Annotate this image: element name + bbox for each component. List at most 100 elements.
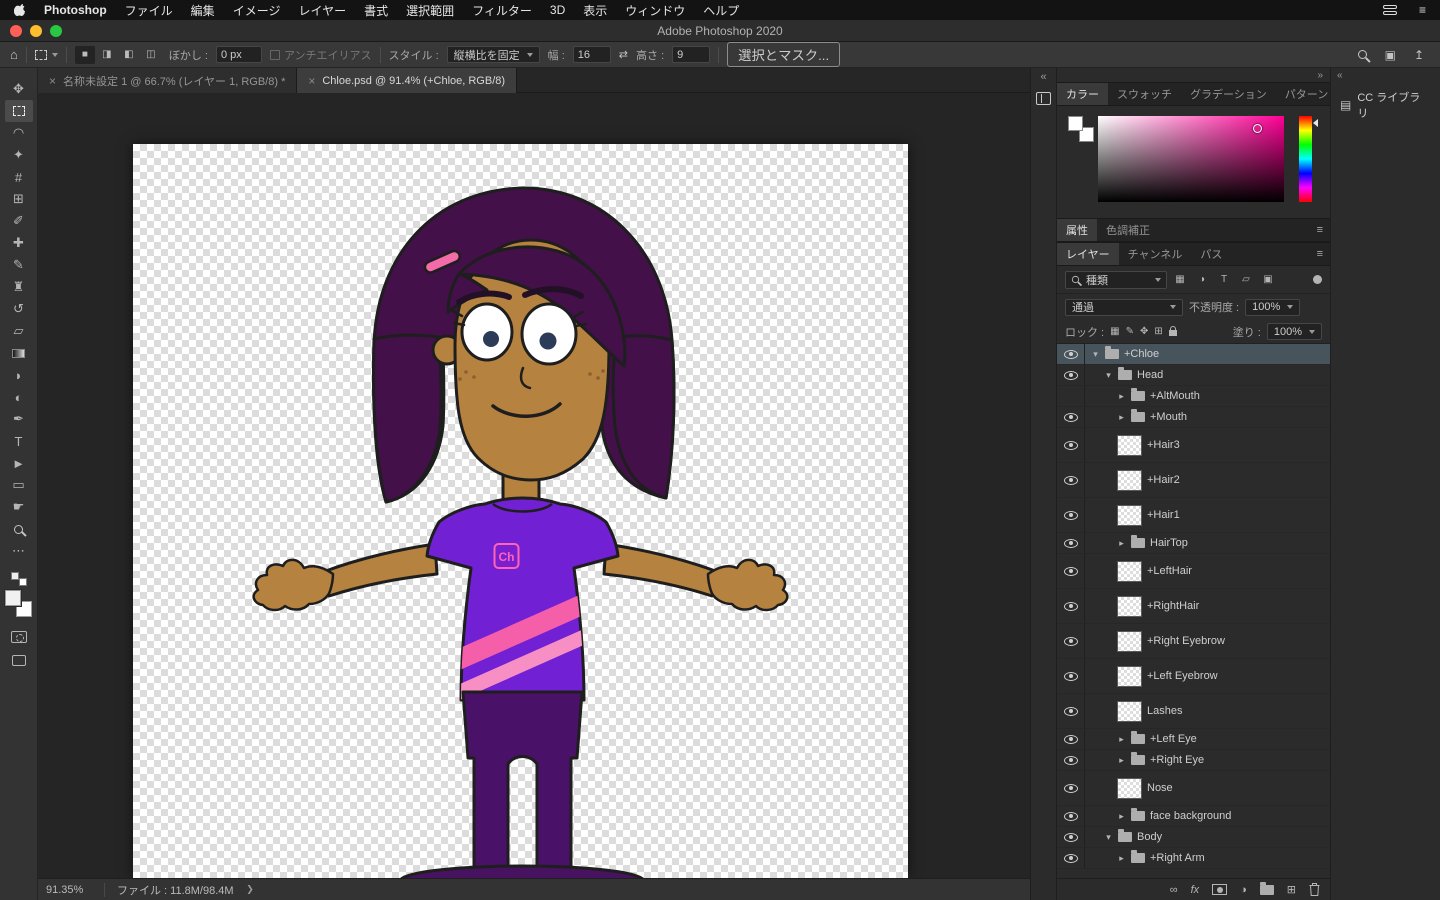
height-input[interactable]: [672, 46, 710, 63]
share-icon[interactable]: ↥: [1414, 48, 1424, 62]
menu-select[interactable]: 選択範囲: [406, 2, 454, 19]
close-icon[interactable]: ×: [49, 74, 56, 88]
layer-row[interactable]: +RightHair: [1057, 589, 1330, 624]
tab-gradients[interactable]: グラデーション: [1181, 83, 1276, 105]
layer-filter-toggle[interactable]: [1313, 275, 1322, 284]
expand-library-icon[interactable]: «: [1337, 70, 1343, 81]
lock-artboard-icon[interactable]: ⊞: [1154, 326, 1162, 337]
visibility-toggle[interactable]: [1057, 806, 1085, 826]
visibility-toggle[interactable]: [1057, 848, 1085, 868]
workspace-icon[interactable]: ▣: [1385, 48, 1396, 62]
menu-layer[interactable]: レイヤー: [298, 2, 346, 19]
tab-adjustments[interactable]: 色調補正: [1097, 219, 1159, 241]
menu-help[interactable]: ヘルプ: [703, 2, 739, 19]
layer-row[interactable]: +Hair3: [1057, 428, 1330, 463]
crop-tool[interactable]: #: [5, 166, 33, 188]
tab-layers[interactable]: レイヤー: [1057, 243, 1119, 265]
frame-tool[interactable]: ⊞: [5, 188, 33, 210]
swap-dimensions-icon[interactable]: ⇄: [619, 48, 628, 61]
screen-mode-button[interactable]: [12, 655, 26, 666]
lock-transparent-icon[interactable]: ▦: [1110, 326, 1119, 337]
add-to-selection-button[interactable]: ◨: [97, 46, 117, 64]
minimize-window-button[interactable]: [30, 25, 42, 37]
blur-tool[interactable]: ◗: [5, 364, 33, 386]
layer-thumbnail[interactable]: [1117, 505, 1142, 526]
visibility-toggle[interactable]: [1057, 589, 1085, 623]
lasso-tool[interactable]: ◠: [5, 122, 33, 144]
subtract-from-selection-button[interactable]: ◧: [119, 46, 139, 64]
gradient-tool[interactable]: [5, 342, 33, 364]
edit-toolbar-button[interactable]: ⋯: [5, 540, 33, 562]
path-selection-tool[interactable]: ►: [5, 452, 33, 474]
layer-row[interactable]: Nose: [1057, 771, 1330, 806]
layer-row[interactable]: ▸+Right Arm: [1057, 848, 1330, 869]
tab-swatches[interactable]: スウォッチ: [1108, 83, 1181, 105]
layer-thumbnail[interactable]: [1117, 666, 1142, 687]
link-layers-icon[interactable]: ∞: [1170, 884, 1178, 896]
rectangular-marquee-tool[interactable]: [5, 100, 33, 122]
layer-row[interactable]: ▸+AltMouth: [1057, 386, 1330, 407]
eraser-tool[interactable]: ▱: [5, 320, 33, 342]
home-icon[interactable]: ⌂: [10, 47, 18, 62]
visibility-toggle[interactable]: [1057, 554, 1085, 588]
panel-menu-icon[interactable]: ≡: [1310, 243, 1330, 265]
visibility-toggle[interactable]: [1057, 428, 1085, 462]
visibility-toggle[interactable]: [1057, 386, 1085, 406]
history-brush-tool[interactable]: ↺: [5, 298, 33, 320]
document-tab-chloe[interactable]: × Chloe.psd @ 91.4% (+Chloe, RGB/8): [297, 68, 517, 93]
status-options-chevron[interactable]: ❯: [246, 884, 255, 895]
feather-input[interactable]: [216, 46, 262, 63]
chevron-collapsed-icon[interactable]: ▸: [1117, 412, 1126, 423]
visibility-toggle[interactable]: [1057, 498, 1085, 532]
layer-row[interactable]: ▸face background: [1057, 806, 1330, 827]
layer-row[interactable]: +Right Eyebrow: [1057, 624, 1330, 659]
tab-color[interactable]: カラー: [1057, 83, 1108, 105]
rectangle-tool[interactable]: ▭: [5, 474, 33, 496]
panel-menu-icon[interactable]: ≡: [1310, 219, 1330, 241]
layer-row[interactable]: +Left Eyebrow: [1057, 659, 1330, 694]
brush-tool[interactable]: ✎: [5, 254, 33, 276]
zoom-window-button[interactable]: [50, 25, 62, 37]
expand-panels-icon[interactable]: «: [1040, 71, 1046, 83]
control-center-icon[interactable]: [1383, 5, 1397, 15]
menu-edit[interactable]: 編集: [191, 2, 215, 19]
close-window-button[interactable]: [10, 25, 22, 37]
chevron-expanded-icon[interactable]: ▾: [1091, 349, 1100, 360]
layer-row[interactable]: ▸HairTop: [1057, 533, 1330, 554]
adjustment-layer-icon[interactable]: ◑: [1240, 884, 1247, 896]
foreground-color-swatch[interactable]: [5, 590, 21, 606]
visibility-toggle[interactable]: [1057, 694, 1085, 728]
visibility-toggle[interactable]: [1057, 463, 1085, 497]
visibility-toggle[interactable]: [1057, 771, 1085, 805]
layer-row[interactable]: Lashes: [1057, 694, 1330, 729]
close-icon[interactable]: ×: [308, 74, 315, 88]
new-selection-button[interactable]: ■: [75, 46, 95, 64]
type-tool[interactable]: T: [5, 430, 33, 452]
blend-mode-select[interactable]: 通過: [1065, 299, 1183, 316]
menu-type[interactable]: 書式: [364, 2, 388, 19]
lock-image-icon[interactable]: ✎: [1126, 326, 1134, 337]
default-colors-icon[interactable]: [11, 572, 27, 586]
eyedropper-tool[interactable]: ✐: [5, 210, 33, 232]
chevron-collapsed-icon[interactable]: ▸: [1117, 538, 1126, 549]
layer-row[interactable]: +Hair2: [1057, 463, 1330, 498]
menu-lines-icon[interactable]: ≡: [1419, 3, 1426, 17]
new-layer-icon[interactable]: ⊞: [1287, 883, 1296, 896]
tab-paths[interactable]: パス: [1191, 243, 1231, 265]
clone-stamp-tool[interactable]: ♜: [5, 276, 33, 298]
layer-style-icon[interactable]: fx: [1191, 884, 1200, 896]
intersect-selection-button[interactable]: ◫: [141, 46, 161, 64]
menu-view[interactable]: 表示: [583, 2, 607, 19]
pixel-layer-filter-icon[interactable]: ▦: [1171, 271, 1189, 288]
visibility-toggle[interactable]: [1057, 407, 1085, 427]
new-group-icon[interactable]: [1260, 885, 1274, 895]
chevron-collapsed-icon[interactable]: ▸: [1117, 734, 1126, 745]
lock-position-icon[interactable]: ✥: [1140, 326, 1148, 337]
collapsed-panel-icon[interactable]: [1036, 92, 1051, 105]
visibility-toggle[interactable]: [1057, 729, 1085, 749]
menu-photoshop[interactable]: Photoshop: [44, 3, 107, 17]
fill-select[interactable]: 100%: [1267, 323, 1322, 340]
chevron-collapsed-icon[interactable]: ▸: [1117, 811, 1126, 822]
cc-library-header[interactable]: ▤ CC ライブラリ: [1331, 82, 1440, 128]
layer-filter-select[interactable]: 種類: [1065, 271, 1167, 289]
